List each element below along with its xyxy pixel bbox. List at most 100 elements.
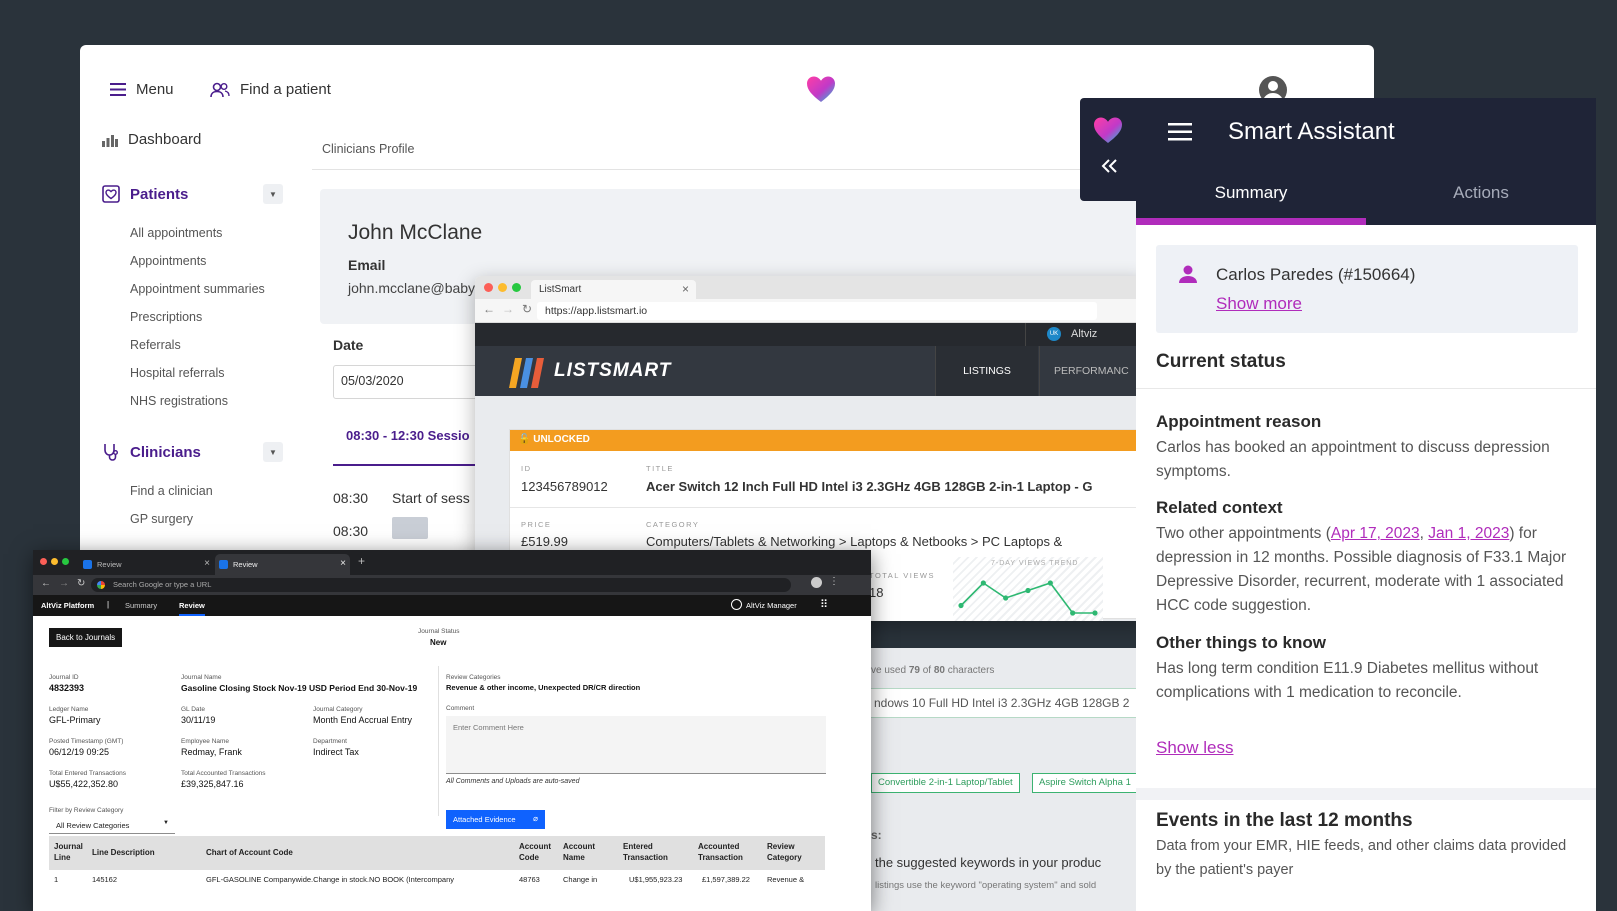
slot-block[interactable] xyxy=(392,517,428,539)
keyword-tag[interactable]: Aspire Switch Alpha 1 xyxy=(1032,773,1142,793)
sidebar-item-label: Patients xyxy=(130,185,189,203)
forward-arrow-icon[interactable]: → xyxy=(502,302,514,316)
sidebar-subitem[interactable]: NHS registrations xyxy=(130,394,228,408)
review-categories-value: Revenue & other income, Unexpected DR/CR… xyxy=(446,683,641,692)
sidebar-subitem[interactable]: Appointments xyxy=(130,254,206,268)
total-views-value: 18 xyxy=(869,585,884,600)
nav-listings[interactable]: LISTINGS xyxy=(935,346,1038,396)
url-input[interactable]: https://app.listsmart.io xyxy=(537,302,1097,320)
hamburger-icon[interactable] xyxy=(1168,123,1192,141)
journal-id: 4832393 xyxy=(49,683,85,693)
nav-review[interactable]: Review xyxy=(179,601,205,616)
appointment-link[interactable]: Apr 17, 2023 xyxy=(1331,525,1420,542)
account-bar: UK Altviz xyxy=(475,323,1145,346)
sidebar-subitem[interactable]: Referrals xyxy=(130,338,181,352)
attached-evidence-button[interactable]: Attached Evidence ⌀ xyxy=(446,810,545,829)
sidebar-subitem[interactable]: Hospital referrals xyxy=(130,366,224,380)
minimize-dot[interactable] xyxy=(51,558,58,565)
sidebar-subitem[interactable]: Find a clinician xyxy=(130,484,213,498)
menu-button[interactable]: Menu xyxy=(110,81,174,98)
cell: £1,597,389.22 xyxy=(702,875,750,884)
close-icon[interactable]: × xyxy=(340,558,346,569)
back-to-journals-button[interactable]: Back to Journals xyxy=(49,628,123,647)
new-tab-icon[interactable]: + xyxy=(358,554,365,568)
close-dot[interactable] xyxy=(484,283,493,292)
column-header[interactable]: Review Category xyxy=(767,841,809,863)
nav-performance[interactable]: PERFORMANC xyxy=(1039,346,1145,396)
user-name[interactable]: AltViz Manager xyxy=(746,601,797,610)
maximize-dot[interactable] xyxy=(62,558,69,565)
column-header[interactable]: Account Code xyxy=(519,841,551,863)
assistant-header: Smart Assistant Summary Actions xyxy=(1136,98,1596,225)
show-less-link[interactable]: Show less xyxy=(1156,738,1233,758)
column-header[interactable]: Accounted Transaction xyxy=(698,841,748,863)
back-arrow-icon[interactable]: ← xyxy=(483,302,495,316)
double-chevron-left-icon[interactable] xyxy=(1100,158,1118,174)
other-things-text: Has long term condition E11.9 Diabetes m… xyxy=(1156,660,1539,701)
reload-icon[interactable]: ↻ xyxy=(522,302,532,316)
tab-actions[interactable]: Actions xyxy=(1366,180,1596,225)
title-input[interactable]: ndows 10 Full HD Intel i3 2.3GHz 4GB 128… xyxy=(869,688,1139,718)
heart-logo-icon xyxy=(807,76,835,102)
tab-session[interactable]: 08:30 - 12:30 Sessio xyxy=(333,428,493,466)
person-icon xyxy=(1179,265,1197,283)
cell: 145162 xyxy=(92,875,118,884)
column-header[interactable]: Line Description xyxy=(92,847,155,858)
table-header: Journal Line Line Description Chart of A… xyxy=(49,836,825,870)
divider xyxy=(438,666,439,816)
close-icon[interactable]: × xyxy=(204,558,210,569)
account-name[interactable]: Altviz xyxy=(1071,328,1097,340)
app-grid-icon[interactable]: ⠿ xyxy=(820,598,828,611)
menu-label: Menu xyxy=(136,81,174,98)
back-arrow-icon[interactable]: ← xyxy=(41,578,51,589)
section-separator xyxy=(1136,788,1596,800)
close-dot[interactable] xyxy=(40,558,47,565)
date-input[interactable]: 05/03/2020 xyxy=(333,365,493,399)
review-window: Review × Review × + ← → ↻ Search Google … xyxy=(33,550,871,911)
column-header[interactable]: Journal Line xyxy=(54,841,88,863)
sidebar-subitem[interactable]: All appointments xyxy=(130,226,222,240)
divider xyxy=(1136,388,1596,389)
sidebar-item-dashboard[interactable]: Dashboard xyxy=(102,131,201,148)
nav-summary[interactable]: Summary xyxy=(125,601,157,610)
sidebar-subitem[interactable]: GP surgery xyxy=(130,512,193,526)
views-stat: TOTAL VIEWS 18 xyxy=(857,557,957,621)
browser-tab[interactable]: ListSmart × xyxy=(531,280,696,299)
comment-textarea[interactable]: Enter Comment Here xyxy=(446,716,826,774)
clinicians-collapse-button[interactable]: ▼ xyxy=(263,442,283,462)
related-context-text: Two other appointments (Apr 17, 2023, Ja… xyxy=(1156,522,1584,618)
show-more-link[interactable]: Show more xyxy=(1216,294,1302,314)
minimize-dot[interactable] xyxy=(498,283,507,292)
tab-summary[interactable]: Summary xyxy=(1136,180,1366,225)
maximize-dot[interactable] xyxy=(512,283,521,292)
column-header[interactable]: Chart of Account Code xyxy=(206,847,293,858)
review-category-select[interactable]: All Review Categories ▼ xyxy=(49,817,175,834)
more-vertical-icon[interactable]: ⋮ xyxy=(829,576,839,587)
journal-category-value: Month End Accrual Entry xyxy=(313,715,413,725)
patients-collapse-button[interactable]: ▼ xyxy=(263,184,283,204)
total-entered-value: U$55,422,352.80 xyxy=(49,779,119,789)
sidebar-item-clinicians[interactable]: Clinicians xyxy=(102,443,201,461)
sidebar-item-patients[interactable]: Patients xyxy=(102,185,188,203)
brand-logo-text: LISTSMART xyxy=(554,360,672,381)
browser-tab[interactable]: Review × xyxy=(79,554,214,575)
column-header[interactable]: Account Name xyxy=(563,841,599,863)
sidebar-subitem[interactable]: Appointment summaries xyxy=(130,282,265,296)
divider xyxy=(312,169,1212,170)
department-label: Department xyxy=(313,738,347,745)
forward-arrow-icon[interactable]: → xyxy=(59,578,69,589)
sidebar-subitem[interactable]: Prescriptions xyxy=(130,310,202,324)
column-header[interactable]: Entered Transaction xyxy=(623,841,673,863)
browser-tab-active[interactable]: Review × xyxy=(215,554,350,575)
close-icon[interactable]: × xyxy=(682,282,689,296)
find-patient-button[interactable]: Find a patient xyxy=(210,81,331,98)
table-row[interactable]: 1 145162 GFL-GASOLINE Companywide.Change… xyxy=(49,870,825,890)
profile-icon[interactable] xyxy=(811,577,822,588)
reload-icon[interactable]: ↻ xyxy=(77,578,85,589)
keyword-tag[interactable]: Convertible 2-in-1 Laptop/Tablet xyxy=(871,773,1020,793)
omnibox[interactable]: Search Google or type a URL xyxy=(91,578,791,592)
other-things-heading: Other things to know xyxy=(1156,633,1326,652)
appointment-link[interactable]: Jan 1, 2023 xyxy=(1428,525,1509,542)
slot-label: Start of sess xyxy=(392,490,470,506)
date-label: Date xyxy=(333,337,364,353)
